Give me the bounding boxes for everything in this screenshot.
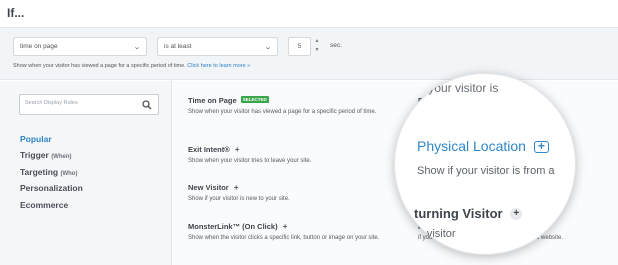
unit-label: sec. [330,42,342,49]
search-icon[interactable] [142,100,152,110]
magnifier-lens: if your visitor is Physical Location + S… [394,73,576,255]
rule-desc: Show if your visitor is new to your site… [188,196,290,202]
rule-title-text: New Visitor [188,183,229,192]
rule-title-text: Exit Intent® [188,145,230,154]
rule-physical-location[interactable]: Physical Location + [417,138,549,154]
rule-title: New Visitor + [188,183,388,192]
sidebar-item-label: Targeting [20,167,59,177]
sidebar: Popular Trigger (When) Targeting (Who) P… [0,81,172,265]
rule-title: Exit Intent® + [188,145,388,154]
rule-desc: ur visitor [414,228,456,240]
rule-time-on-page[interactable]: Time on Page SELECTED Show when your vis… [188,96,388,117]
rule-desc: Show when your visitor tries to leave yo… [188,158,312,164]
rule-title: MonsterLink™ (On Click) + [188,222,388,231]
sidebar-item-label: Trigger [20,150,49,160]
search-input[interactable] [25,100,135,106]
sidebar-item-sub: (Who) [60,171,78,177]
rule-title: Time on Page SELECTED [188,96,388,105]
sidebar-item-personalization[interactable]: Personalization [20,183,83,193]
header: If... [0,0,618,28]
sidebar-item-label: Personalization [20,183,83,193]
rule-title-text: Physical Location [417,138,526,154]
rule-monsterlink[interactable]: MonsterLink™ (On Click) + Show when the … [188,222,388,243]
sidebar-item-label: Ecommerce [20,200,69,210]
plus-icon[interactable]: + [234,183,239,192]
chevron-down-icon: ⌄ [133,44,141,51]
operator-select[interactable]: is at least ⌄ [157,37,278,56]
sidebar-item-trigger[interactable]: Trigger (When) [20,150,72,160]
rule-title-text: Time on Page [188,96,237,105]
plus-icon[interactable]: + [235,145,240,154]
chevron-down-icon: ⌄ [264,44,272,51]
rule-title-text: MonsterLink™ (On Click) [188,222,278,231]
plus-icon[interactable]: + [533,140,549,153]
sidebar-item-sub: (When) [51,154,72,160]
rule-returning-visitor[interactable]: turning Visitor + [414,206,523,221]
search-box[interactable] [19,94,159,115]
magnified-top-text: if your visitor is [419,81,499,95]
sidebar-item-targeting[interactable]: Targeting (Who) [20,167,77,177]
rule-desc: Show when your visitor has viewed a page… [188,109,377,115]
seconds-input[interactable]: 5 [288,37,311,56]
learn-more-link[interactable]: Click here to learn more » [187,63,250,69]
selected-badge: SELECTED [240,96,269,103]
plus-icon[interactable]: + [283,222,288,231]
sidebar-item-ecommerce[interactable]: Ecommerce [20,200,68,210]
page-title: If... [7,6,25,20]
helper-text: Show when your visitor has viewed a page… [13,63,250,69]
sidebar-item-popular[interactable]: Popular [20,134,52,144]
trigger-select[interactable]: time on page ⌄ [13,37,147,56]
operator-select-value: is at least [164,43,192,50]
rule-desc: Show when the visitor clicks a specific … [188,235,380,241]
helper-text-body: Show when your visitor has viewed a page… [13,63,186,69]
rule-new-visitor[interactable]: New Visitor + Show if your visitor is ne… [188,183,388,204]
stepper-up-icon[interactable]: ▲ [313,37,321,46]
trigger-select-value: time on page [20,43,58,50]
plus-icon[interactable]: + [510,208,523,220]
sidebar-item-label: Popular [20,134,52,144]
seconds-stepper[interactable]: ▲ ▼ [313,37,321,56]
rule-exit-intent[interactable]: Exit Intent® + Show when your visitor tr… [188,145,388,166]
stepper-down-icon[interactable]: ▼ [313,46,321,55]
rule-desc: Show if your visitor is from a [417,165,555,177]
magnified-content: if your visitor is Physical Location + S… [394,73,576,255]
rule-title-text: turning Visitor [414,206,503,221]
